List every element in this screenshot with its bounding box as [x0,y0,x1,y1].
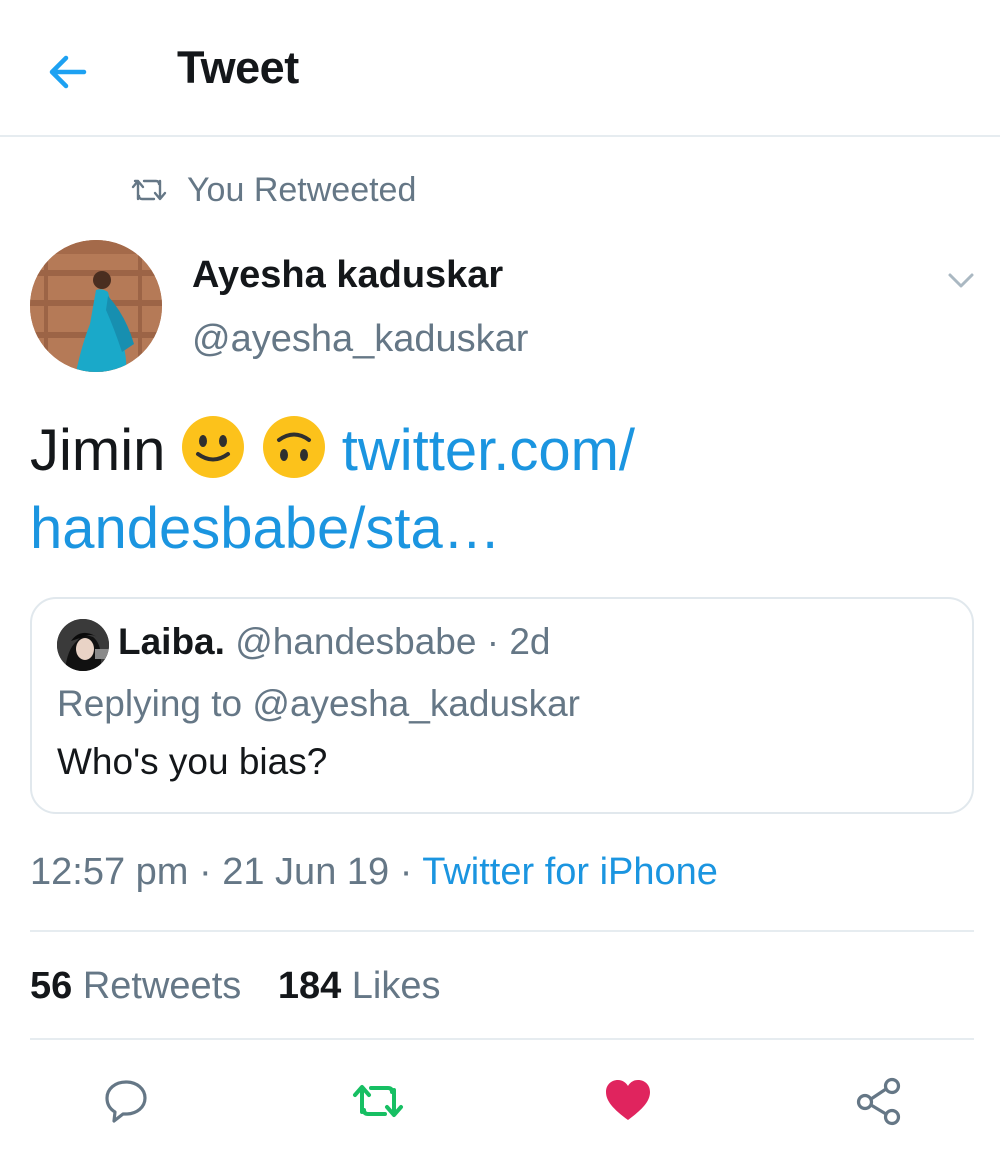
quote-header: Laiba. @handesbabe · 2d [118,621,551,662]
heart-icon [606,1080,650,1120]
chevron-down-icon [948,273,974,288]
slightly-smiling-face-icon [182,416,245,478]
quote-author-handle: @handesbabe [235,621,477,662]
social-context: You Retweeted [131,168,416,212]
replying-to-handle: @ayesha_kaduskar [252,683,580,724]
tweet-text-body: Jimin [30,418,166,483]
quote-avatar [57,619,109,671]
retweet-button[interactable] [352,1076,403,1126]
tweet-date: 21 Jun 19 [222,851,390,893]
retweets-count: 56 [30,965,73,1007]
social-context-label: You Retweeted [187,170,417,209]
more-options-button[interactable] [944,266,978,294]
retweet-icon [353,1085,403,1117]
like-button[interactable] [603,1076,653,1126]
quote-author-name: Laiba. [118,621,225,662]
author-handle[interactable]: @ayesha_kaduskar [192,318,528,361]
author-name[interactable]: Ayesha kaduskar [192,254,503,297]
tweet-text: Jimin twitter.com/handesbabe/sta… [30,412,970,568]
arrow-left-icon [49,55,87,89]
reply-icon [105,1080,147,1123]
engagement-stats: 56 Retweets 184 Likes [30,965,441,1008]
quote-replying-to: Replying to @ayesha_kaduskar [57,683,580,724]
retweet-icon [131,179,167,201]
likes-label: Likes [351,965,441,1007]
quoted-tweet[interactable]: Laiba. @handesbabe · 2d Replying to @aye… [30,597,974,814]
quote-text: Who's you bias? [57,741,328,782]
divider [30,1038,974,1040]
back-button[interactable] [44,48,92,96]
author-avatar[interactable] [30,240,162,372]
tweet-time: 12:57 pm [30,851,189,893]
quote-age: 2d [509,621,551,662]
likes-stat[interactable]: 184 Likes [278,965,441,1007]
share-button[interactable] [854,1076,904,1126]
likes-count: 184 [277,965,342,1007]
retweets-label: Retweets [82,965,242,1007]
top-bar: Tweet [0,0,1000,137]
avatar-image [30,240,162,372]
upside-down-face-icon [262,416,325,478]
share-icon [856,1077,901,1126]
reply-button[interactable] [101,1076,151,1126]
tweet-metadata: 12:57 pm · 21 Jun 19 · Twitter for iPhon… [30,851,718,893]
page-title: Tweet [177,42,299,93]
retweets-stat[interactable]: 56 Retweets [30,965,241,1007]
divider [30,930,974,932]
tweet-source[interactable]: Twitter for iPhone [422,851,718,893]
